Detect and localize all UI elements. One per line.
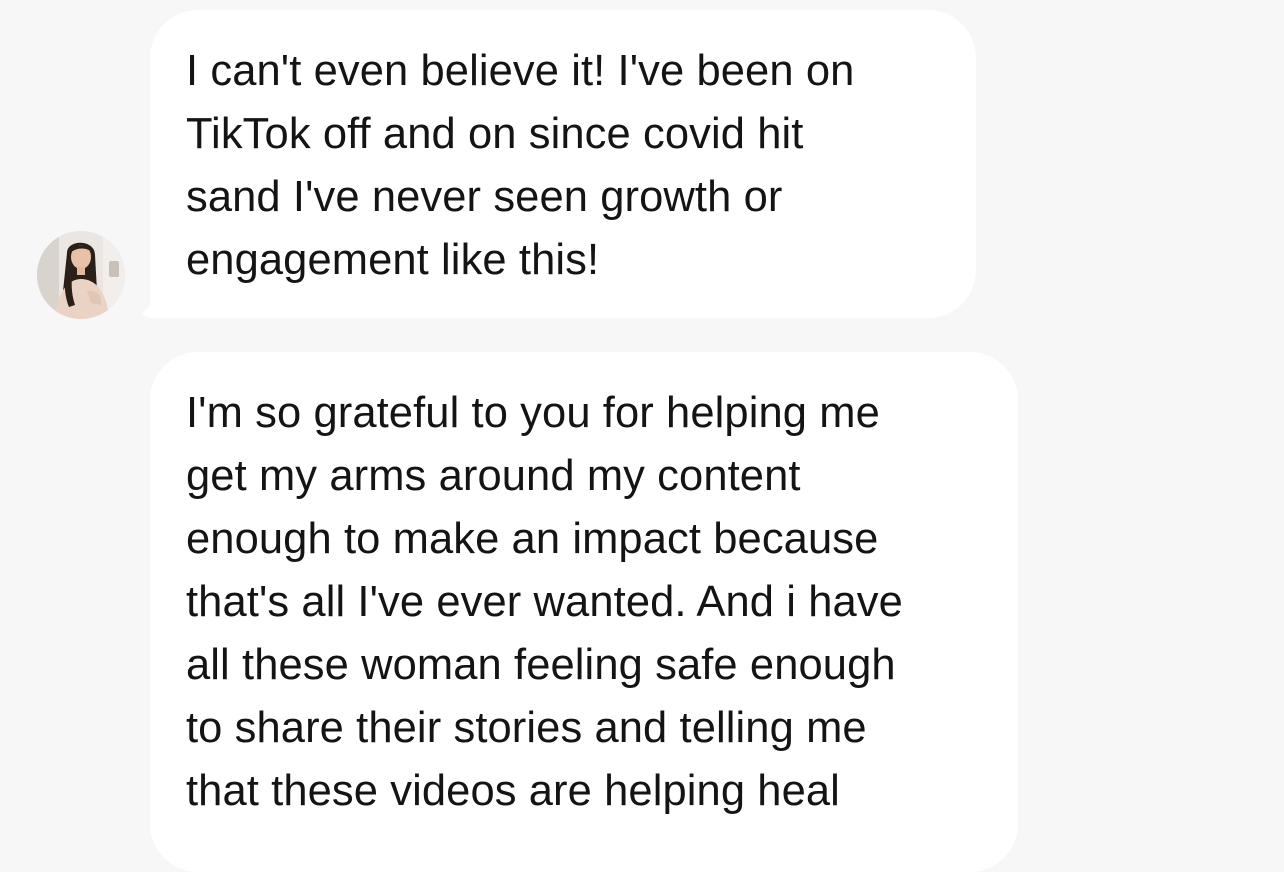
message-text: I can't even believe it! I've been on Ti…	[186, 47, 855, 284]
message-bubble[interactable]: I can't even believe it! I've been on Ti…	[150, 10, 976, 318]
contact-avatar[interactable]	[37, 231, 125, 319]
profile-photo-icon	[37, 231, 125, 319]
chat-thread: I can't even believe it! I've been on Ti…	[0, 0, 1284, 872]
message-text: I'm so grateful to you for helping me ge…	[186, 389, 903, 815]
message-bubble[interactable]: I'm so grateful to you for helping me ge…	[150, 352, 1018, 872]
